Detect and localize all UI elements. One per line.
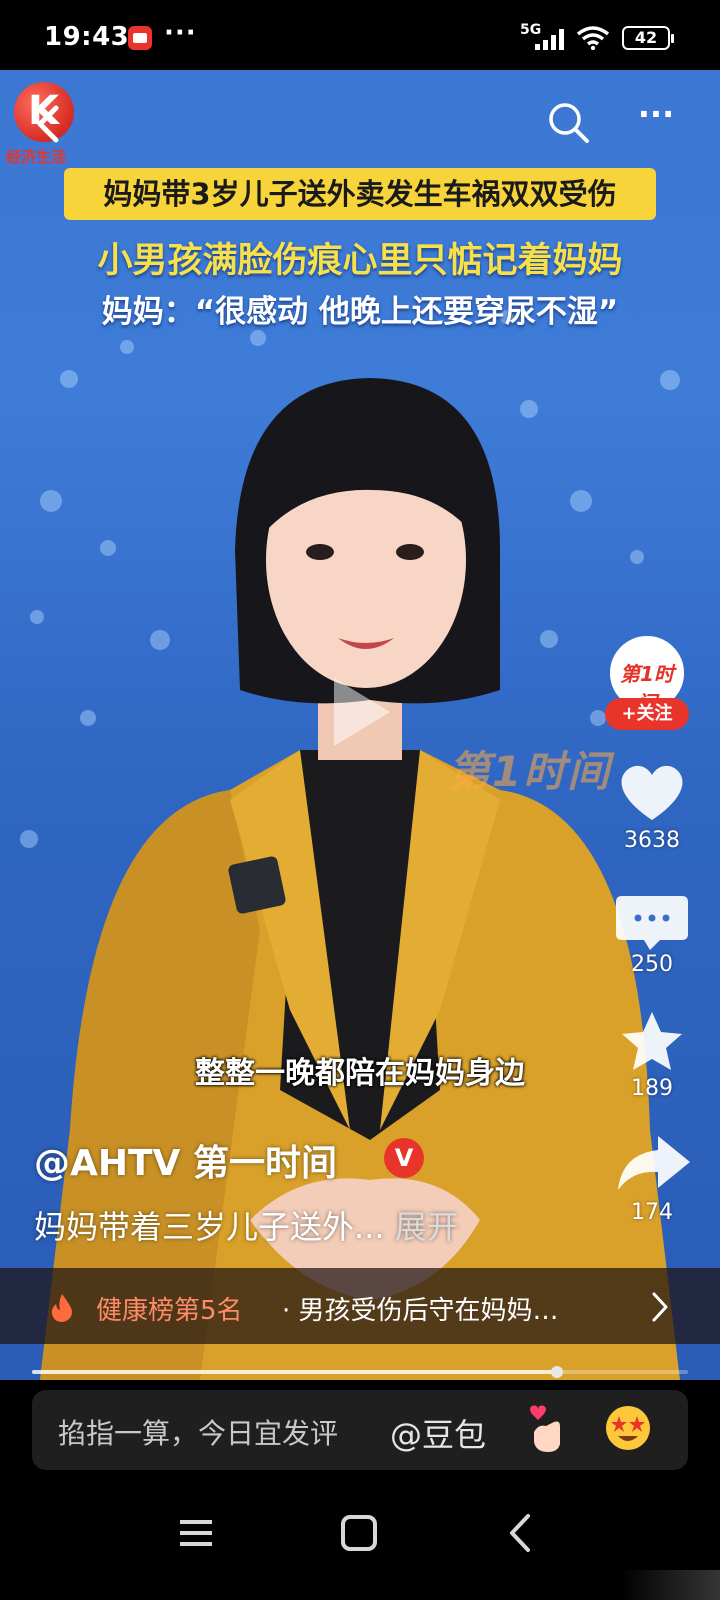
follow-button[interactable]: +关注 [605, 698, 689, 730]
signal-icon [535, 29, 564, 50]
battery-indicator: 42 [622, 26, 674, 50]
comment-bar: 掐指一算，今日宜发评 @豆包 [0, 1380, 720, 1480]
trending-topic: · 男孩受伤后守在妈妈… [282, 1296, 559, 1326]
status-overflow-indicator: ··· [164, 18, 197, 48]
description-text: 妈妈带着三岁儿子送外... [34, 1208, 385, 1246]
fire-icon [51, 1294, 72, 1322]
logo-text: 经济生活 [6, 148, 67, 166]
search-icon[interactable] [546, 100, 592, 146]
headline-text: 妈妈带3岁儿子送外卖发生车祸双双受伤 [103, 177, 617, 211]
back-icon[interactable] [32, 104, 62, 144]
trending-rank: 健康榜第5名 [96, 1296, 243, 1326]
back-nav-icon[interactable] [496, 1510, 546, 1556]
corner-overlay [620, 1570, 720, 1600]
play-icon[interactable] [330, 674, 394, 750]
video-player[interactable]: K 经济生活 ··· 妈妈带3岁儿子送外卖发生车祸双双受伤 小男孩满脸伤痕心里只… [0, 70, 720, 1380]
station-watermark: 第1时间 [448, 747, 612, 796]
status-bar: 19:43 ··· 5G 42 [0, 0, 720, 70]
subhead-line-1: 小男孩满脸伤痕心里只惦记着妈妈 [97, 241, 623, 281]
comment-input[interactable]: 掐指一算，今日宜发评 @豆包 [32, 1390, 688, 1470]
share-arrow-icon[interactable] [610, 1132, 694, 1196]
progress-scrubber[interactable] [550, 1366, 563, 1378]
system-nav-bar [0, 1480, 720, 1600]
more-options-button[interactable]: ··· [634, 98, 678, 140]
background-light [250, 330, 266, 346]
notification-app-icon [128, 26, 152, 50]
comment-placeholder: 掐指一算，今日宜发评 [58, 1417, 339, 1450]
expand-description-link[interactable]: 展开 [395, 1208, 459, 1246]
subhead-line-2: 妈妈：“很感动 他晚上还要穿尿不湿” [101, 294, 619, 330]
video-description[interactable]: 妈妈带着三岁儿子送外... 展开 [34, 1202, 459, 1248]
favorite-star-icon[interactable] [610, 1010, 694, 1074]
author-name[interactable]: @AHTV 第一时间 [34, 1134, 337, 1186]
mention-doubao[interactable]: @豆包 [390, 1410, 486, 1456]
verified-badge: V [384, 1138, 424, 1178]
wifi-icon [576, 26, 610, 50]
trending-bar[interactable]: 健康榜第5名 · 男孩受伤后守在妈妈… [0, 1268, 720, 1344]
video-progress-bar[interactable] [32, 1366, 688, 1378]
finger-heart-emoji-icon[interactable] [524, 1404, 572, 1456]
like-count: 3638 [624, 828, 680, 853]
comment-icon[interactable] [610, 890, 694, 954]
share-count: 174 [631, 1200, 673, 1225]
home-icon[interactable] [334, 1510, 384, 1556]
background-light [120, 340, 134, 354]
progress-fill [32, 1370, 557, 1374]
comment-count: 250 [631, 952, 673, 977]
favorite-count: 189 [631, 1076, 673, 1101]
like-heart-icon[interactable] [610, 760, 694, 824]
star-eyes-emoji-icon[interactable] [604, 1404, 652, 1452]
status-time: 19:43 [44, 22, 130, 52]
headline-banner: 妈妈带3岁儿子送外卖发生车祸双双受伤 [64, 168, 656, 220]
recent-apps-icon[interactable] [172, 1510, 222, 1556]
chevron-right-icon[interactable] [650, 1290, 670, 1324]
